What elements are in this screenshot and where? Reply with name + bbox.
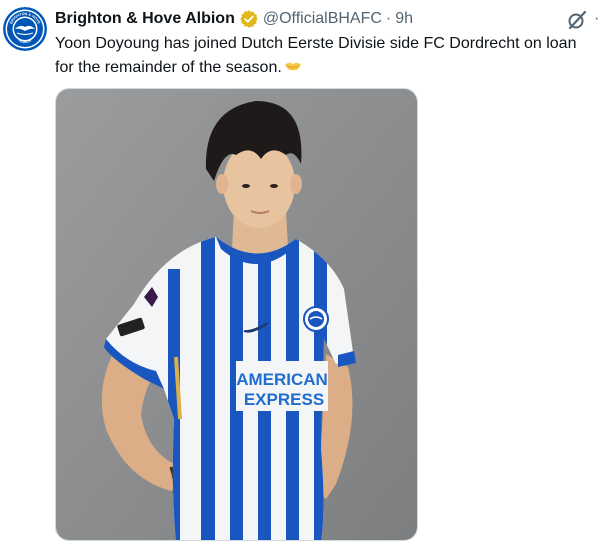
separator-dot: · xyxy=(385,10,392,27)
sponsor-line1: AMERICAN xyxy=(236,370,328,389)
handshake-emoji xyxy=(284,57,302,75)
brighton-crest-logo: BRIGHTON & HOVE ALBION xyxy=(3,7,47,51)
tweet-text: Yoon Doyoung has joined Dutch Eerste Div… xyxy=(55,32,593,80)
tweet: BRIGHTON & HOVE ALBION Brighton & Hove A… xyxy=(0,0,600,553)
grok-icon[interactable] xyxy=(566,9,588,31)
avatar[interactable]: BRIGHTON & HOVE ALBION xyxy=(3,7,47,51)
gold-verified-badge-icon[interactable] xyxy=(239,9,259,29)
more-options-icon[interactable]: · xyxy=(594,8,600,30)
tweet-image[interactable]: AMERICAN EXPRESS xyxy=(55,88,418,541)
tweet-body: Yoon Doyoung has joined Dutch Eerste Div… xyxy=(55,35,577,76)
sponsor-line2: EXPRESS xyxy=(244,390,324,409)
timestamp[interactable]: 9h xyxy=(395,10,413,28)
user-handle[interactable]: @OfficialBHAFC xyxy=(263,10,382,28)
display-name[interactable]: Brighton & Hove Albion xyxy=(55,10,235,28)
tweet-header: Brighton & Hove Albion @OfficialBHAFC · … xyxy=(55,8,413,30)
player-photo: AMERICAN EXPRESS xyxy=(56,89,417,540)
